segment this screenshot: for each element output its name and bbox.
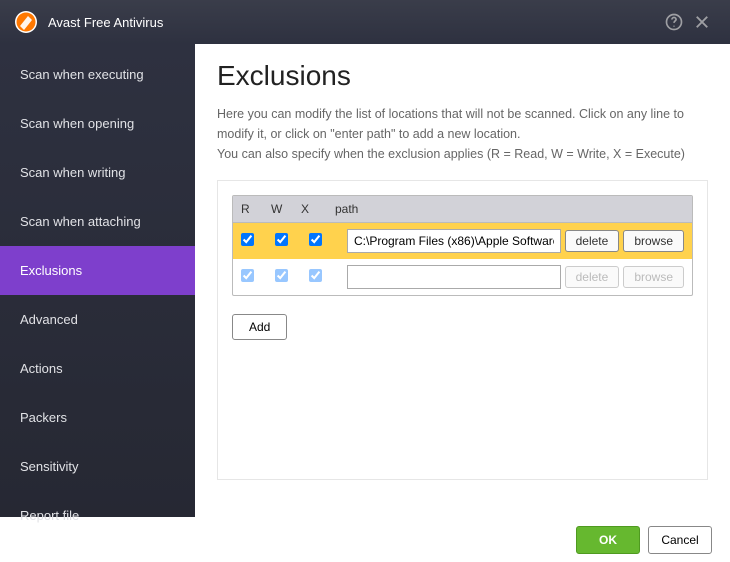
table-row[interactable]: delete browse <box>233 223 692 259</box>
sidebar-item-packers[interactable]: Packers <box>0 393 195 442</box>
avast-logo-icon <box>14 10 38 34</box>
sidebar-item-sensitivity[interactable]: Sensitivity <box>0 442 195 491</box>
checkbox-w[interactable] <box>275 269 288 282</box>
browse-button[interactable]: browse <box>623 230 684 252</box>
sidebar-item-scan-attaching[interactable]: Scan when attaching <box>0 197 195 246</box>
footer: OK Cancel <box>0 517 730 562</box>
titlebar: Avast Free Antivirus <box>0 0 730 44</box>
main-panel: Exclusions Here you can modify the list … <box>195 44 730 517</box>
description: Here you can modify the list of location… <box>217 104 708 164</box>
checkbox-r[interactable] <box>241 233 254 246</box>
sidebar-item-scan-writing[interactable]: Scan when writing <box>0 148 195 197</box>
header-r: R <box>241 202 271 216</box>
browse-button: browse <box>623 266 684 288</box>
sidebar: Scan when executing Scan when opening Sc… <box>0 44 195 517</box>
add-button[interactable]: Add <box>232 314 287 340</box>
sidebar-item-scan-opening[interactable]: Scan when opening <box>0 99 195 148</box>
delete-button[interactable]: delete <box>565 230 620 252</box>
exclusions-panel: R W X path delete browse <box>217 180 708 480</box>
close-icon[interactable] <box>688 8 716 36</box>
delete-button: delete <box>565 266 620 288</box>
header-path: path <box>331 202 684 216</box>
sidebar-item-advanced[interactable]: Advanced <box>0 295 195 344</box>
sidebar-item-actions[interactable]: Actions <box>0 344 195 393</box>
cancel-button[interactable]: Cancel <box>648 526 712 554</box>
table-row[interactable]: delete browse <box>233 259 692 295</box>
path-input[interactable] <box>347 229 561 253</box>
checkbox-x[interactable] <box>309 269 322 282</box>
path-input[interactable] <box>347 265 561 289</box>
header-w: W <box>271 202 301 216</box>
exclusions-table: R W X path delete browse <box>232 195 693 296</box>
header-x: X <box>301 202 331 216</box>
sidebar-item-scan-executing[interactable]: Scan when executing <box>0 50 195 99</box>
help-icon[interactable] <box>660 8 688 36</box>
checkbox-r[interactable] <box>241 269 254 282</box>
checkbox-w[interactable] <box>275 233 288 246</box>
table-header: R W X path <box>233 196 692 223</box>
ok-button[interactable]: OK <box>576 526 640 554</box>
page-title: Exclusions <box>217 60 708 92</box>
window-title: Avast Free Antivirus <box>48 15 660 30</box>
sidebar-item-exclusions[interactable]: Exclusions <box>0 246 195 295</box>
checkbox-x[interactable] <box>309 233 322 246</box>
